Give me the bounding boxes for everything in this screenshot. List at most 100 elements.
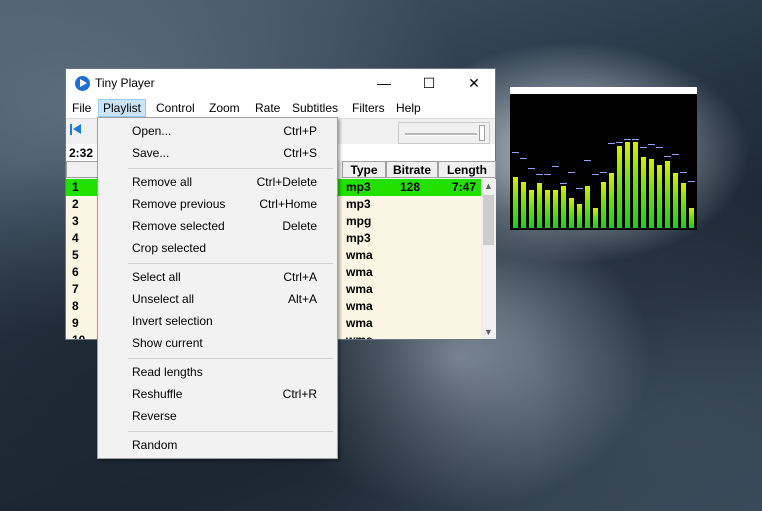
title-bar[interactable]: Tiny Player — ☐ ✕ [66,69,495,98]
row-bitrate: 128 [400,180,421,194]
menu-item-crop-selected[interactable]: Crop selected [98,237,337,259]
menu-item-label: Crop selected [132,241,207,255]
menu-filters[interactable]: Filters [348,99,389,117]
menu-item-label: Select all [132,270,181,284]
spectrum-peak [584,160,591,161]
menu-help[interactable]: Help [392,99,425,117]
minimize-button[interactable]: — [361,69,407,98]
row-number: 3 [72,214,79,228]
spectrum-peak [648,144,655,145]
menu-item-shortcut: Ctrl+P [283,124,317,138]
menu-item-unselect-all[interactable]: Unselect all Alt+A [98,288,337,310]
menu-separator [128,263,333,264]
menu-item-remove-all[interactable]: Remove all Ctrl+Delete [98,171,337,193]
spectrum-peak [512,152,519,153]
close-button[interactable]: ✕ [451,69,497,98]
menu-item-reshuffle[interactable]: Reshuffle Ctrl+R [98,383,337,405]
spectrum-peak [656,147,663,148]
volume-slider[interactable] [398,122,490,144]
spectrum-peak [552,166,559,167]
spectrum-visualizer [510,87,697,230]
menu-item-label: Save... [132,146,170,160]
spectrum-peak [640,147,647,148]
menu-subtitles[interactable]: Subtitles [288,99,342,117]
spectrum-bar [561,186,566,228]
menu-zoom[interactable]: Zoom [205,99,244,117]
row-number: 7 [72,282,79,296]
spectrum-bar [641,157,646,228]
row-number: 1 [72,180,79,194]
row-type: mp3 [346,231,371,245]
row-number: 9 [72,316,79,330]
scroll-down-icon[interactable]: ▼ [481,325,496,339]
menu-item-label: Reverse [132,409,177,423]
row-type: wma [346,332,373,339]
menu-item-open[interactable]: Open... Ctrl+P [98,120,337,142]
playlist-menu-dropdown: Open... Ctrl+P Save... Ctrl+S Remove all… [97,117,338,459]
scroll-thumb[interactable] [483,195,494,245]
menu-item-reverse[interactable]: Reverse [98,405,337,427]
row-type: mpg [346,214,372,228]
menu-item-save[interactable]: Save... Ctrl+S [98,142,337,164]
spectrum-peak [520,158,527,159]
spectrum-peak [536,174,543,175]
menu-separator [128,431,333,432]
menu-item-label: Remove previous [132,197,226,211]
playlist-scrollbar[interactable]: ▲ ▼ [481,179,496,339]
spectrum-bar [633,142,638,228]
row-type: mp3 [346,180,371,194]
spectrum-peak [544,174,551,175]
spectrum-bar [513,177,518,228]
spectrum-bar [649,159,654,228]
spectrum-peak [576,188,583,189]
column-header-number[interactable] [66,161,98,178]
spectrum-bar [665,161,670,228]
menu-item-show-current[interactable]: Show current [98,332,337,354]
spectrum-bar [673,173,678,228]
spectrum-bar [521,182,526,228]
row-number: 10 [72,332,85,339]
menu-item-random[interactable]: Random [98,434,337,456]
menu-item-label: Read lengths [132,365,203,379]
spectrum-bar [593,208,598,228]
menu-item-select-all[interactable]: Select all Ctrl+A [98,266,337,288]
menu-item-shortcut: Alt+A [287,292,317,306]
menu-separator [128,168,333,169]
menu-item-shortcut: Ctrl+A [283,270,317,284]
row-number: 2 [72,197,79,211]
column-header-length[interactable]: Length [438,161,496,178]
menu-item-label: Show current [132,336,203,350]
row-type: wma [346,316,373,330]
menu-playlist[interactable]: Playlist [98,99,147,117]
menu-item-read-lengths[interactable]: Read lengths [98,361,337,383]
menu-item-remove-selected[interactable]: Remove selected Delete [98,215,337,237]
row-type: wma [346,282,373,296]
spectrum-peak [632,139,639,140]
menu-item-shortcut: Delete [282,219,317,233]
spectrum-bar [681,183,686,228]
maximize-button[interactable]: ☐ [406,69,452,98]
spectrum-peak [672,154,679,155]
menu-control[interactable]: Control [152,99,199,117]
menu-rate[interactable]: Rate [251,99,284,117]
menu-item-remove-previous[interactable]: Remove previous Ctrl+Home [98,193,337,215]
scroll-up-icon[interactable]: ▲ [481,179,496,193]
spectrum-peak [616,142,623,143]
visualizer-title-strip [510,87,697,94]
menu-item-label: Random [132,438,178,452]
previous-track-icon[interactable] [70,123,82,137]
menu-item-label: Reshuffle [132,387,183,401]
spectrum-bar [529,190,534,228]
spectrum-peak [592,174,599,175]
column-header-bitrate[interactable]: Bitrate [386,161,438,178]
row-number: 8 [72,299,79,313]
menu-item-label: Invert selection [132,314,213,328]
spectrum-peak [680,172,687,173]
menu-item-invert-selection[interactable]: Invert selection [98,310,337,332]
menu-item-shortcut: Ctrl+Delete [256,175,317,189]
column-header-type[interactable]: Type [342,161,386,178]
menu-file[interactable]: File [68,99,95,117]
menu-item-label: Open... [132,124,172,138]
volume-thumb[interactable] [479,125,485,141]
spectrum-bar [617,146,622,228]
